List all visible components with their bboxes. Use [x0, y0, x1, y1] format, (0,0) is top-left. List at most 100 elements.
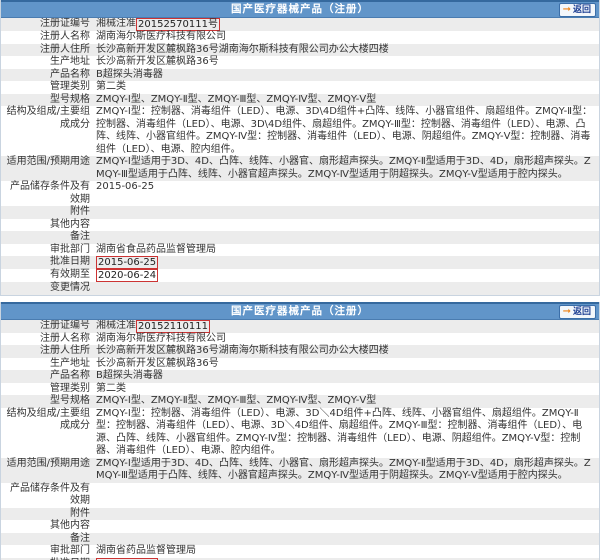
table-rows: 注册证编号 湘械注准20152570111号 注册人名称 湖南海尔斯医疗科技有限… — [1, 18, 599, 295]
row-label: 变更情况 — [1, 282, 94, 295]
back-button-label: 返回 — [573, 4, 591, 16]
row-value-text: 湘械注准 — [96, 18, 136, 29]
table-row: 产品名称 B超探头消毒器 — [1, 370, 599, 383]
table-row: 产品储存条件及有效期 2015-06-25 — [1, 181, 599, 206]
row-label: 审批部门 — [1, 545, 94, 558]
row-value: 长沙高新开发区麓枫路36号湖南海尔斯科技有限公司办公大楼四楼 — [94, 44, 599, 57]
row-label: 注册人名称 — [1, 31, 94, 44]
table-row: 变更情况 — [1, 282, 599, 295]
row-label: 批准日期 — [1, 256, 94, 269]
row-value: 湖南省食品药品监督管理局 — [94, 244, 599, 257]
back-arrow-icon: ➞ — [563, 5, 571, 15]
table-title: 国产医疗器械产品（注册） — [1, 304, 599, 319]
table-title: 国产医疗器械产品（注册） — [1, 2, 599, 17]
row-value-text: 长沙高新开发区麓枫路36号湖南海尔斯科技有限公司办公大楼四楼 — [96, 345, 389, 356]
table-row: 附件 — [1, 508, 599, 521]
row-value: ZMQY-Ⅰ型、ZMQY-Ⅱ型、ZMQY-Ⅲ型、ZMQY-Ⅳ型、ZMQY-Ⅴ型 — [94, 395, 599, 408]
row-label: 生产地址 — [1, 56, 94, 69]
table-row: 型号规格 ZMQY-Ⅰ型、ZMQY-Ⅱ型、ZMQY-Ⅲ型、ZMQY-Ⅳ型、ZMQ… — [1, 94, 599, 107]
row-value-text: B超探头消毒器 — [96, 69, 163, 80]
table-row: 结构及组成/主要组成成分 ZMQY-Ⅰ型：控制器、消毒组件（LED）、电源、3D… — [1, 408, 599, 458]
table-row: 注册人名称 湖南海尔斯医疗科技有限公司 — [1, 31, 599, 44]
row-value: ZMQY-Ⅰ型适用于3D、4D、凸阵、线阵、小器官、扇形超声探头。ZMQY-Ⅱ型… — [94, 156, 599, 181]
row-label: 备注 — [1, 533, 94, 546]
back-arrow-icon: ➞ — [563, 307, 571, 317]
row-label: 其他内容 — [1, 219, 94, 232]
table-row: 注册人住所 长沙高新开发区麓枫路36号湖南海尔斯科技有限公司办公大楼四楼 — [1, 345, 599, 358]
table-row: 管理类别 第二类 — [1, 383, 599, 396]
table-row: 批准日期 2015-06-25 — [1, 256, 599, 269]
highlighted-value: 2020-06-24 — [96, 269, 158, 282]
row-value: ZMQY-Ⅰ型适用于3D、4D、凸阵、线阵、小器官、扇形超声探头。ZMQY-Ⅱ型… — [94, 458, 599, 483]
row-value: 湘械注准20152110111 — [94, 320, 599, 333]
highlighted-value: 20152110111 — [136, 320, 210, 333]
row-value-text: 2015-06-25 — [96, 181, 154, 192]
row-label: 产品储存条件及有效期 — [1, 181, 94, 206]
row-label: 结构及组成/主要组成成分 — [1, 408, 94, 458]
row-label: 注册证编号 — [1, 18, 94, 31]
row-value-text: 湖南省食品药品监督管理局 — [96, 244, 216, 255]
row-value-text: ZMQY-Ⅰ型、ZMQY-Ⅱ型、ZMQY-Ⅲ型、ZMQY-Ⅳ型、ZMQY-Ⅴ型 — [96, 94, 376, 105]
row-label: 附件 — [1, 206, 94, 219]
row-value-text: 湖南省药品监督管理局 — [96, 545, 196, 556]
row-value: 2015-06-25 — [94, 181, 599, 206]
row-label: 注册证编号 — [1, 320, 94, 333]
table-row: 备注 — [1, 231, 599, 244]
row-value: ZMQY-Ⅰ型：控制器、消毒组件（LED）、电源、3D\4D组件+凸阵、线阵、小… — [94, 106, 599, 156]
row-value — [94, 520, 599, 533]
row-value-text: 湖南海尔斯医疗科技有限公司 — [96, 31, 226, 42]
table-row: 管理类别 第二类 — [1, 81, 599, 94]
row-value-text: 长沙高新开发区麓枫路36号 — [96, 56, 219, 67]
row-value: 2015-06-25 — [94, 256, 599, 269]
registration-table: 国产医疗器械产品（注册） ➞返回 注册证编号 湘械注准20152570111号 … — [0, 0, 600, 296]
row-value-text: B超探头消毒器 — [96, 370, 163, 381]
table-row: 生产地址 长沙高新开发区麓枫路36号 — [1, 358, 599, 371]
table-row: 型号规格 ZMQY-Ⅰ型、ZMQY-Ⅱ型、ZMQY-Ⅲ型、ZMQY-Ⅳ型、ZMQ… — [1, 395, 599, 408]
row-value-text: ZMQY-Ⅰ型：控制器、消毒组件（LED）、电源、3D\4D组件+凸阵、线阵、小… — [96, 106, 592, 155]
row-value-text: 第二类 — [96, 81, 126, 92]
row-value: B超探头消毒器 — [94, 69, 599, 82]
row-label: 产品名称 — [1, 69, 94, 82]
row-value — [94, 206, 599, 219]
row-value-text: 长沙高新开发区麓枫路36号湖南海尔斯科技有限公司办公大楼四楼 — [96, 44, 389, 55]
table-row: 审批部门 湖南省食品药品监督管理局 — [1, 244, 599, 257]
row-value: 湖南海尔斯医疗科技有限公司 — [94, 333, 599, 346]
row-value-text: 湖南海尔斯医疗科技有限公司 — [96, 333, 226, 344]
back-button[interactable]: ➞返回 — [559, 3, 596, 17]
table-row: 注册证编号 湘械注准20152570111号 — [1, 18, 599, 31]
table-row: 适用范围/预期用途 ZMQY-Ⅰ型适用于3D、4D、凸阵、线阵、小器官、扇形超声… — [1, 458, 599, 483]
row-label: 注册人住所 — [1, 44, 94, 57]
row-label: 管理类别 — [1, 81, 94, 94]
row-value-text: 长沙高新开发区麓枫路36号 — [96, 358, 219, 369]
row-value: 第二类 — [94, 383, 599, 396]
row-label: 结构及组成/主要组成成分 — [1, 106, 94, 156]
highlighted-value: 2015-06-25 — [96, 256, 158, 269]
table-header-bar: 国产医疗器械产品（注册） ➞返回 — [1, 302, 599, 320]
back-button[interactable]: ➞返回 — [559, 305, 596, 319]
row-label: 产品储存条件及有效期 — [1, 483, 94, 508]
row-label: 生产地址 — [1, 358, 94, 371]
row-label: 备注 — [1, 231, 94, 244]
table-row: 附件 — [1, 206, 599, 219]
row-value: ZMQY-Ⅰ型、ZMQY-Ⅱ型、ZMQY-Ⅲ型、ZMQY-Ⅳ型、ZMQY-Ⅴ型 — [94, 94, 599, 107]
row-value-text: ZMQY-Ⅰ型适用于3D、4D、凸阵、线阵、小器官、扇形超声探头。ZMQY-Ⅱ型… — [96, 156, 591, 180]
table-row: 适用范围/预期用途 ZMQY-Ⅰ型适用于3D、4D、凸阵、线阵、小器官、扇形超声… — [1, 156, 599, 181]
table-row: 审批部门 湖南省药品监督管理局 — [1, 545, 599, 558]
table-row: 注册人住所 长沙高新开发区麓枫路36号湖南海尔斯科技有限公司办公大楼四楼 — [1, 44, 599, 57]
row-value-text: ZMQY-Ⅰ型、ZMQY-Ⅱ型、ZMQY-Ⅲ型、ZMQY-Ⅳ型、ZMQY-Ⅴ型 — [96, 395, 376, 406]
row-label: 型号规格 — [1, 395, 94, 408]
table-row: 产品名称 B超探头消毒器 — [1, 69, 599, 82]
row-value: 湖南省药品监督管理局 — [94, 545, 599, 558]
row-value — [94, 219, 599, 232]
row-value-text: ZMQY-Ⅰ型适用于3D、4D、凸阵、线阵、小器官、扇形超声探头。ZMQY-Ⅱ型… — [96, 458, 591, 482]
table-header-bar: 国产医疗器械产品（注册） ➞返回 — [1, 0, 599, 18]
row-value — [94, 282, 599, 295]
row-value-text: 湘械注准 — [96, 320, 136, 331]
row-label: 注册人住所 — [1, 345, 94, 358]
row-value — [94, 483, 599, 508]
row-value — [94, 231, 599, 244]
table-row: 备注 — [1, 533, 599, 546]
row-label: 产品名称 — [1, 370, 94, 383]
row-value — [94, 533, 599, 546]
page: 国产医疗器械产品（注册） ➞返回 注册证编号 湘械注准20152570111号 … — [0, 0, 600, 560]
